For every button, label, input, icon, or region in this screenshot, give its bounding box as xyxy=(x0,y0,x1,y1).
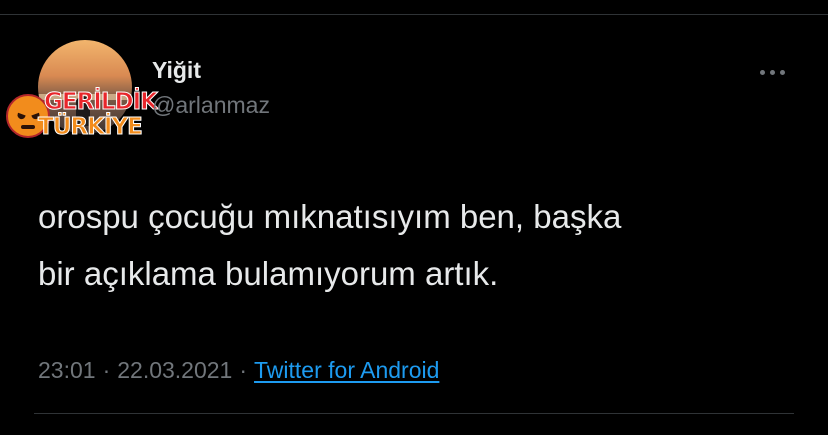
author-handle[interactable]: @arlanmaz xyxy=(152,92,270,119)
tweet-time[interactable]: 23:01 xyxy=(38,357,96,383)
author-display-name[interactable]: Yiğit xyxy=(152,57,201,84)
watermark-line1: GERİLDİK xyxy=(44,89,159,116)
tweet-text-line-1: orospu çocuğu mıknatısıyım ben, başka xyxy=(38,198,622,235)
tweet-source-link[interactable]: Twitter for Android xyxy=(254,357,439,383)
tweet-text-line-2: bir açıklama bulamıyorum artık. xyxy=(38,255,499,292)
tweet-metadata: 23:01 · 22.03.2021 · Twitter for Android xyxy=(38,357,439,384)
more-horizontal-icon xyxy=(759,69,765,75)
watermark-logo: GERİLDİK TÜRKİYE xyxy=(4,88,164,144)
meta-separator: · xyxy=(239,357,248,383)
tweet-card: GERİLDİK TÜRKİYE Yiğit @arlanmaz orospu … xyxy=(0,0,828,435)
more-options-button[interactable] xyxy=(748,58,796,86)
meta-separator: · xyxy=(102,357,111,383)
bottom-divider xyxy=(34,413,794,414)
watermark-line2: TÜRKİYE xyxy=(38,114,144,141)
tweet-date[interactable]: 22.03.2021 xyxy=(117,357,232,383)
tweet-text: orospu çocuğu mıknatısıyım ben, başka bi… xyxy=(38,188,798,302)
top-divider xyxy=(0,14,828,15)
